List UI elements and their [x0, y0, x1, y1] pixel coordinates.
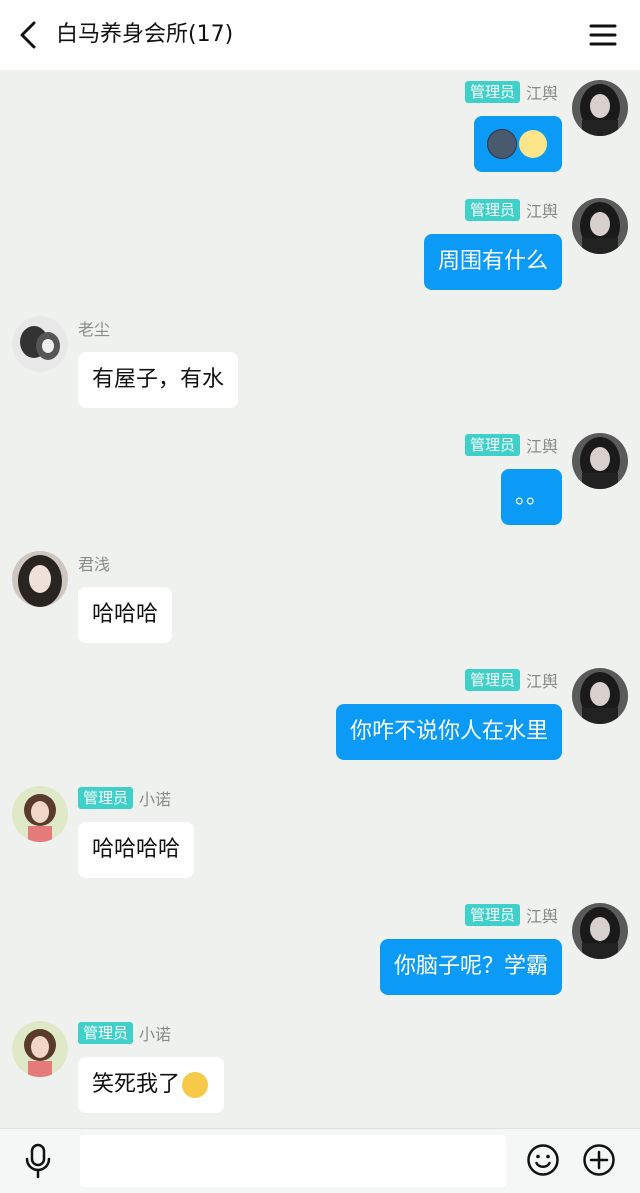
avatar[interactable] — [572, 433, 628, 489]
message-item: 管理员 江舆 — [0, 70, 640, 180]
message-input[interactable] — [80, 1135, 506, 1187]
sender-meta: 管理员 江舆 — [464, 198, 558, 222]
input-bar — [0, 1128, 640, 1193]
message-text: 笑死我了 — [92, 1072, 181, 1097]
message-item: 管理员 小诺 哈哈哈哈 — [0, 776, 640, 886]
message-bubble[interactable]: 你咋不说你人在水里 — [335, 704, 562, 760]
chat-header: 白马养身会所(17) — [0, 0, 640, 70]
message-bubble[interactable]: 你脑子呢？学霸 — [379, 939, 562, 995]
admin-badge: 管理员 — [78, 787, 134, 809]
message-bubble[interactable]: 。。 — [500, 469, 562, 525]
message-bubble[interactable]: 哈哈哈 — [78, 587, 173, 643]
sender-meta: 管理员 江舆 — [464, 80, 558, 104]
sender-name: 江舆 — [525, 84, 558, 103]
avatar[interactable] — [12, 1021, 68, 1077]
sender-name: 君浅 — [78, 555, 111, 574]
admin-badge: 管理员 — [464, 81, 520, 103]
sender-name: 老尘 — [78, 320, 111, 339]
sender-meta: 君浅 — [78, 551, 110, 575]
emoji-face-icon[interactable] — [526, 1143, 560, 1177]
admin-badge: 管理员 — [464, 669, 520, 691]
avatar[interactable] — [12, 551, 68, 607]
message-item: 管理员 江舆 你咋不说你人在水里 — [0, 658, 640, 768]
page-title: 白马养身会所(17) — [56, 22, 234, 47]
avatar[interactable] — [572, 903, 628, 959]
sender-name: 小诺 — [139, 790, 172, 809]
admin-badge: 管理员 — [464, 904, 520, 926]
avatar[interactable] — [572, 80, 628, 136]
message-item: 老尘 有屋子，有水 — [0, 306, 640, 416]
sender-meta: 管理员 江舆 — [464, 903, 558, 927]
sender-name: 江舆 — [525, 672, 558, 691]
microphone-icon[interactable] — [22, 1143, 54, 1179]
sender-meta: 管理员 小诺 — [78, 786, 171, 810]
message-item: 管理员 小诺 笑死我了 — [0, 1011, 640, 1121]
avatar[interactable] — [572, 198, 628, 254]
sender-meta: 老尘 — [78, 316, 110, 340]
sender-meta: 管理员 江舆 — [464, 433, 558, 457]
message-item: 管理员 江舆 你脑子呢？学霸 — [0, 893, 640, 1003]
message-item: 管理员 江舆 周围有什么 — [0, 188, 640, 298]
admin-badge: 管理员 — [78, 1022, 134, 1044]
add-more-icon[interactable] — [582, 1143, 616, 1177]
sender-meta: 管理员 江舆 — [464, 668, 558, 692]
sender-name: 江舆 — [525, 437, 558, 456]
admin-badge: 管理员 — [464, 199, 520, 221]
menu-icon[interactable] — [588, 20, 618, 50]
avatar[interactable] — [12, 786, 68, 842]
message-bubble[interactable]: 有屋子，有水 — [78, 352, 239, 408]
sender-name: 江舆 — [525, 202, 558, 221]
sender-meta: 管理员 小诺 — [78, 1021, 171, 1045]
message-bubble[interactable]: 周围有什么 — [423, 234, 562, 290]
admin-badge: 管理员 — [464, 434, 520, 456]
message-bubble[interactable]: 笑死我了 — [78, 1057, 225, 1113]
first-quarter-moon-face-icon — [519, 130, 547, 158]
laughing-face-icon — [182, 1072, 209, 1098]
back-arrow-icon[interactable] — [12, 17, 48, 53]
message-list[interactable]: 管理员 江舆 管理员 江舆 周围有什么 老尘 有屋子，有水 管理员 江舆 。。 — [0, 70, 640, 1128]
sender-name: 江舆 — [525, 907, 558, 926]
avatar[interactable] — [572, 668, 628, 724]
message-item: 君浅 哈哈哈 — [0, 541, 640, 651]
new-moon-face-icon — [487, 129, 517, 159]
avatar[interactable] — [12, 316, 68, 372]
message-item: 管理员 江舆 。。 — [0, 423, 640, 533]
sender-name: 小诺 — [139, 1025, 172, 1044]
message-bubble[interactable] — [474, 116, 562, 172]
message-bubble[interactable]: 哈哈哈哈 — [78, 822, 195, 878]
